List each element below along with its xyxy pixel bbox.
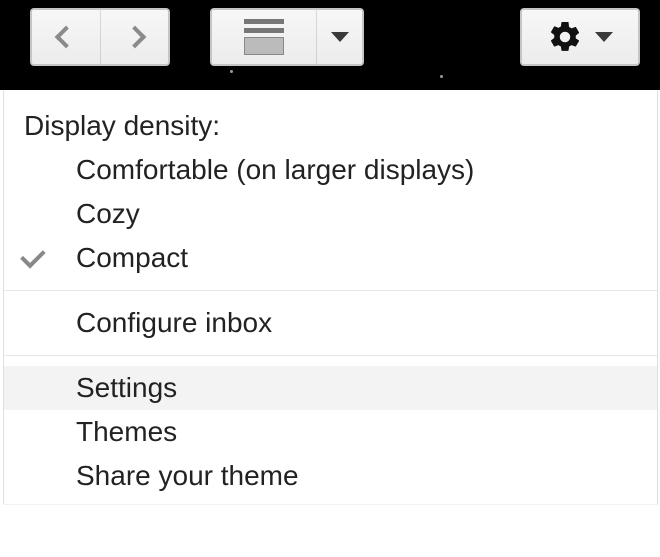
density-option-compact[interactable]: Compact: [4, 236, 657, 280]
menu-item-label: Share your theme: [76, 460, 299, 492]
caret-down-icon: [331, 32, 349, 42]
chevron-right-icon: [123, 26, 146, 49]
menu-item-settings[interactable]: Settings: [4, 366, 657, 410]
menu-item-label: Settings: [76, 372, 177, 404]
density-option-comfortable[interactable]: Comfortable (on larger displays): [4, 148, 657, 192]
checkmark-icon: [20, 243, 45, 268]
split-pane-button-group: [210, 8, 364, 66]
menu-item-label: Themes: [76, 416, 177, 448]
forward-button[interactable]: [100, 10, 168, 64]
menu-divider: [4, 355, 657, 356]
split-pane-icon: [244, 19, 284, 55]
menu-divider: [4, 290, 657, 291]
split-pane-button[interactable]: [212, 10, 316, 64]
settings-dropdown-menu: Display density: Comfortable (on larger …: [3, 90, 658, 504]
gear-icon: [547, 19, 583, 55]
back-button[interactable]: [32, 10, 100, 64]
caret-down-icon: [595, 32, 613, 42]
menu-item-label: Configure inbox: [76, 307, 272, 339]
split-pane-dropdown-button[interactable]: [316, 10, 362, 64]
settings-gear-button[interactable]: [522, 10, 638, 64]
menu-item-themes[interactable]: Themes: [4, 410, 657, 454]
menu-item-label: Compact: [76, 242, 188, 274]
chevron-left-icon: [55, 26, 78, 49]
density-section-header: Display density:: [4, 108, 657, 148]
menu-item-share-theme[interactable]: Share your theme: [4, 454, 657, 498]
check-column: [24, 251, 76, 265]
menu-item-label: Cozy: [76, 198, 140, 230]
menu-item-configure-inbox[interactable]: Configure inbox: [4, 301, 657, 345]
nav-button-group: [30, 8, 170, 66]
toolbar: [30, 8, 640, 70]
density-option-cozy[interactable]: Cozy: [4, 192, 657, 236]
settings-button-group: [520, 8, 640, 66]
menu-item-label: Comfortable (on larger displays): [76, 154, 474, 186]
